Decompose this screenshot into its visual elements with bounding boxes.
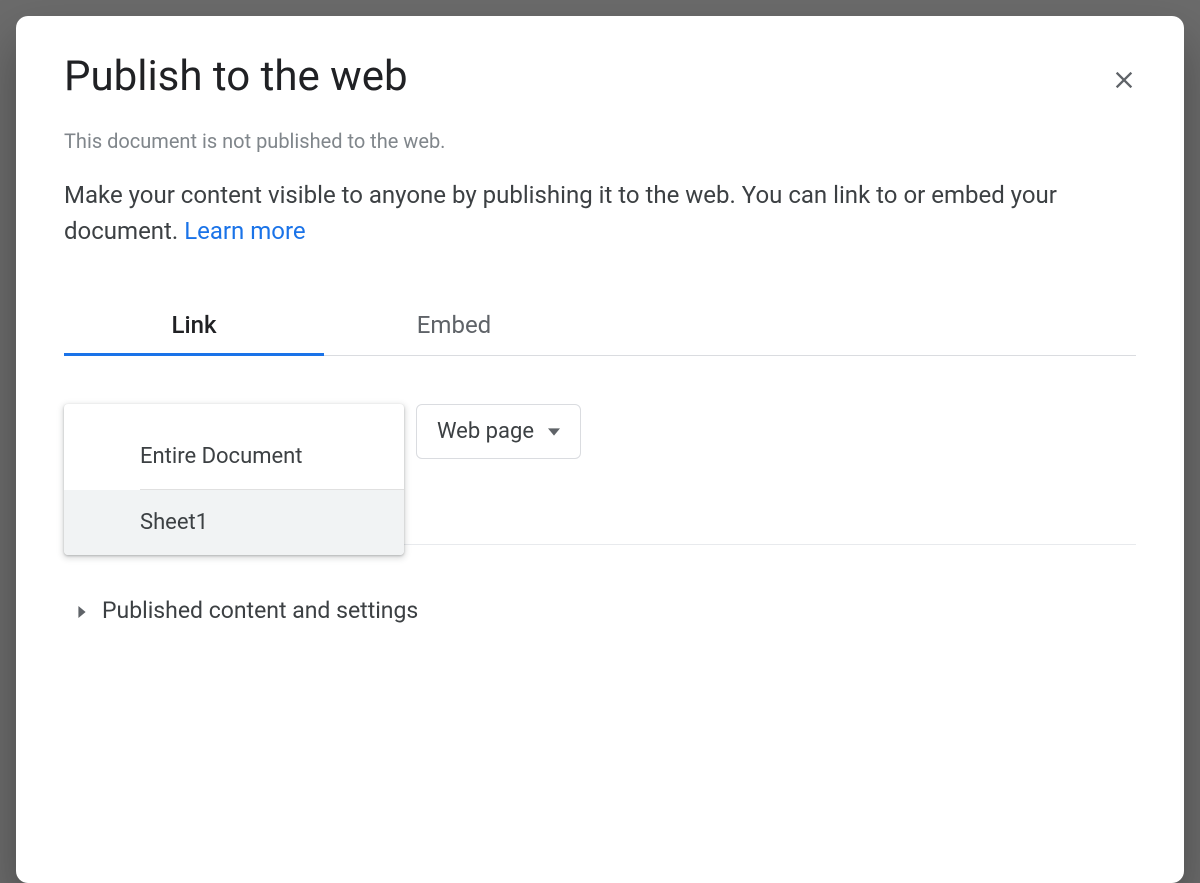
scope-select-dropdown: Entire Document Sheet1 [64,404,404,555]
expander-label: Published content and settings [102,597,418,624]
format-select-label: Web page [437,419,534,444]
scope-option-sheet1[interactable]: Sheet1 [64,490,404,555]
dialog-description: Make your content visible to anyone by p… [64,177,1136,249]
close-icon [1110,83,1138,98]
tab-link[interactable]: Link [64,297,324,356]
published-content-settings-expander[interactable]: Published content and settings [64,589,430,632]
publish-status-text: This document is not published to the we… [64,129,1136,153]
tabs-container: Link Embed [64,297,1136,356]
chevron-right-icon [76,597,88,624]
publish-to-web-dialog: Publish to the web This document is not … [16,16,1184,883]
close-button[interactable] [1102,58,1146,106]
chevron-down-icon [548,426,560,438]
tab-embed[interactable]: Embed [324,297,584,356]
dialog-title: Publish to the web [64,52,408,101]
format-select[interactable]: Web page [416,404,581,459]
learn-more-link[interactable]: Learn more [184,217,305,245]
dialog-header: Publish to the web [64,52,1136,129]
scope-option-entire-document[interactable]: Entire Document [64,424,404,489]
